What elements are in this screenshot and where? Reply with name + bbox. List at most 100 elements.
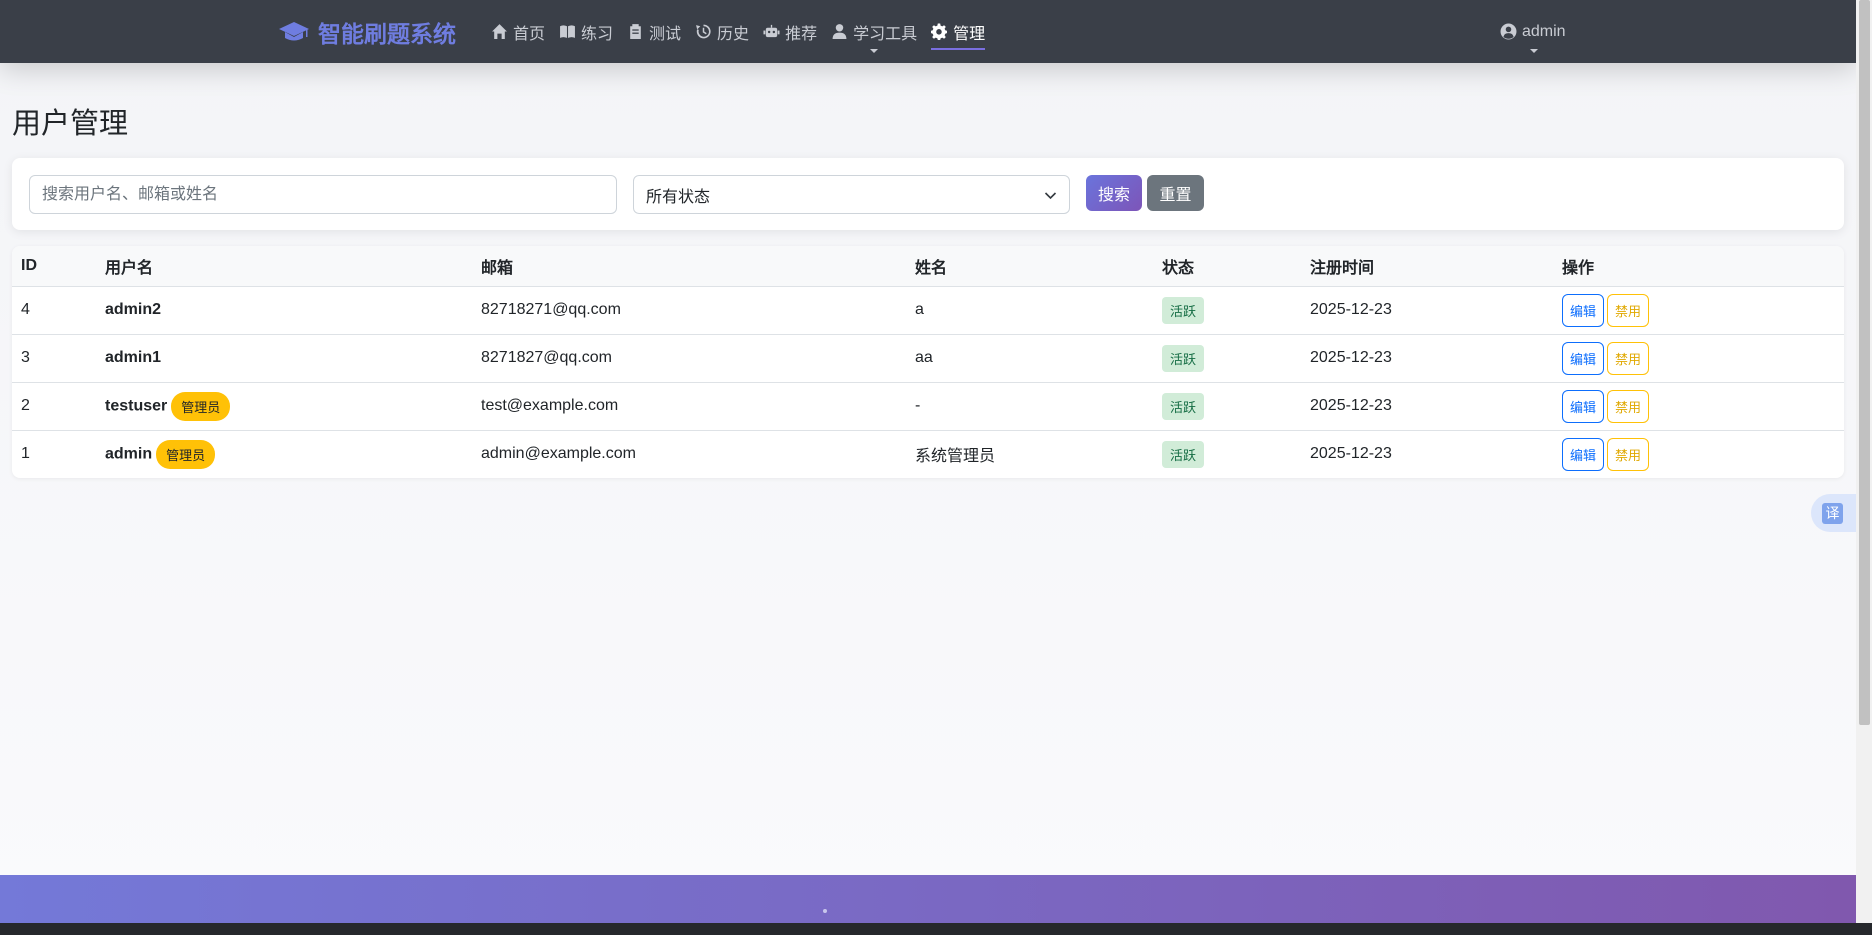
cell-registered: 2025-12-23 bbox=[1310, 349, 1392, 366]
cell-name: - bbox=[915, 397, 921, 414]
users-table: ID 用户名 邮箱 姓名 状态 注册时间 操作 4 admin2 8271827… bbox=[12, 246, 1844, 478]
book-icon bbox=[560, 25, 575, 38]
edit-button[interactable]: 编辑 bbox=[1562, 437, 1605, 471]
disable-button[interactable]: 禁用 bbox=[1607, 389, 1650, 423]
gear-icon bbox=[931, 23, 948, 40]
user-name: admin bbox=[1522, 22, 1566, 40]
disable-button[interactable]: 禁用 bbox=[1607, 437, 1650, 471]
filter-card: 所有状态 搜索 重置 bbox=[12, 158, 1844, 230]
username-text: testuser bbox=[105, 397, 168, 415]
disable-button[interactable]: 禁用 bbox=[1607, 341, 1650, 375]
cell-actions: 编辑 禁用 bbox=[1553, 430, 1844, 478]
graduation-cap-icon bbox=[279, 22, 309, 41]
cell-email: test@example.com bbox=[481, 397, 619, 414]
user-circle-icon bbox=[1500, 23, 1517, 40]
brand[interactable]: 智能刷题系统 bbox=[278, 14, 456, 50]
cell-status: 活跃 bbox=[1153, 430, 1301, 478]
search-input[interactable] bbox=[29, 175, 617, 214]
cell-id: 1 bbox=[21, 445, 30, 463]
column-header-registered: 注册时间 bbox=[1301, 246, 1553, 287]
footer bbox=[0, 875, 1856, 923]
cell-registered: 2025-12-23 bbox=[1310, 301, 1392, 318]
cell-email: admin@example.com bbox=[481, 445, 636, 463]
edit-button[interactable]: 编辑 bbox=[1562, 293, 1605, 327]
cell-name: aa bbox=[915, 349, 933, 366]
chevron-down-icon bbox=[870, 49, 879, 53]
nav-item-history[interactable]: 历史 bbox=[688, 0, 756, 63]
cell-username: admin 管理员 bbox=[96, 430, 472, 478]
nav-item-label: 首页 bbox=[513, 25, 546, 43]
chevron-down-icon bbox=[1530, 49, 1539, 53]
cell-username: admin2 bbox=[96, 286, 472, 334]
cell-id: 4 bbox=[21, 301, 30, 318]
nav-item-study-tools[interactable]: 学习工具 bbox=[824, 0, 924, 63]
nav-item-label: 管理 bbox=[953, 25, 986, 43]
nav-item-admin[interactable]: 管理 bbox=[924, 0, 992, 63]
table-header-row: ID 用户名 邮箱 姓名 状态 注册时间 操作 bbox=[12, 246, 1844, 287]
table-row: 3 admin1 8271827@qq.com aa 活跃 2025-12-23… bbox=[12, 334, 1844, 382]
cell-email: 8271827@qq.com bbox=[481, 349, 612, 366]
status-badge: 活跃 bbox=[1162, 440, 1205, 468]
nav-item-label: 历史 bbox=[717, 25, 750, 43]
scrollbar-thumb[interactable] bbox=[1859, 0, 1870, 725]
table-row: 4 admin2 82718271@qq.com a 活跃 2025-12-23… bbox=[12, 286, 1844, 334]
scrollbar[interactable] bbox=[1856, 0, 1872, 923]
navbar: 智能刷题系统 首页 练习 测试 历史 推荐 学习工具 管理 admin bbox=[0, 0, 1856, 63]
translate-icon: 译 bbox=[1822, 502, 1843, 524]
cell-status: 活跃 bbox=[1153, 334, 1301, 382]
nav-item-label: 测试 bbox=[649, 25, 682, 43]
reset-button[interactable]: 重置 bbox=[1147, 175, 1204, 211]
chevron-down-icon bbox=[1044, 192, 1057, 200]
edit-button[interactable]: 编辑 bbox=[1562, 341, 1605, 375]
nav-items: 首页 练习 测试 历史 推荐 学习工具 管理 bbox=[484, 0, 992, 63]
cell-actions: 编辑 禁用 bbox=[1553, 286, 1844, 334]
username-text: admin bbox=[105, 445, 153, 463]
column-header-status: 状态 bbox=[1153, 246, 1301, 287]
brand-title: 智能刷题系统 bbox=[318, 21, 456, 47]
nav-item-practice[interactable]: 练习 bbox=[552, 0, 620, 63]
status-select-value: 所有状态 bbox=[646, 188, 711, 206]
cell-actions: 编辑 禁用 bbox=[1553, 334, 1844, 382]
nav-item-home[interactable]: 首页 bbox=[484, 0, 552, 63]
footer-dot bbox=[823, 909, 827, 913]
username-text: admin2 bbox=[105, 301, 162, 318]
nav-item-recommend[interactable]: 推荐 bbox=[756, 0, 824, 63]
users-table-card: ID 用户名 邮箱 姓名 状态 注册时间 操作 4 admin2 8271827… bbox=[12, 246, 1844, 478]
home-icon bbox=[492, 24, 507, 39]
cell-status: 活跃 bbox=[1153, 286, 1301, 334]
table-row: 2 testuser 管理员 test@example.com - 活跃 2025… bbox=[12, 382, 1844, 430]
cell-id: 2 bbox=[21, 397, 30, 414]
clipboard-icon bbox=[630, 24, 641, 39]
column-header-username: 用户名 bbox=[96, 246, 472, 287]
column-header-email: 邮箱 bbox=[472, 246, 906, 287]
cell-username: admin1 bbox=[96, 334, 472, 382]
admin-badge: 管理员 bbox=[156, 439, 216, 469]
page-title: 用户管理 bbox=[12, 108, 129, 140]
cell-id: 3 bbox=[21, 349, 30, 366]
username-text: admin1 bbox=[105, 349, 162, 366]
column-header-actions: 操作 bbox=[1553, 246, 1844, 287]
status-badge: 活跃 bbox=[1162, 392, 1205, 420]
column-header-name: 姓名 bbox=[906, 246, 1153, 287]
nav-item-label: 学习工具 bbox=[853, 25, 918, 43]
cell-status: 活跃 bbox=[1153, 382, 1301, 430]
status-select[interactable]: 所有状态 bbox=[633, 175, 1070, 214]
status-badge: 活跃 bbox=[1162, 344, 1205, 372]
search-button[interactable]: 搜索 bbox=[1086, 175, 1142, 211]
translate-button[interactable]: 译 bbox=[1811, 494, 1856, 532]
edit-button[interactable]: 编辑 bbox=[1562, 389, 1605, 423]
admin-badge: 管理员 bbox=[171, 391, 231, 421]
cell-actions: 编辑 禁用 bbox=[1553, 382, 1844, 430]
cell-registered: 2025-12-23 bbox=[1310, 397, 1392, 414]
nav-item-label: 推荐 bbox=[785, 25, 818, 43]
cell-username: testuser 管理员 bbox=[96, 382, 472, 430]
user-icon bbox=[832, 24, 847, 39]
nav-item-test[interactable]: 测试 bbox=[620, 0, 688, 63]
status-badge: 活跃 bbox=[1162, 296, 1205, 324]
robot-icon bbox=[763, 24, 780, 38]
user-menu[interactable]: admin bbox=[1500, 0, 1566, 63]
table-row: 1 admin 管理员 admin@example.com 系统管理员 活跃 20… bbox=[12, 430, 1844, 478]
cell-name: 系统管理员 bbox=[915, 448, 996, 466]
disable-button[interactable]: 禁用 bbox=[1607, 293, 1650, 327]
cell-email: 82718271@qq.com bbox=[481, 301, 621, 318]
